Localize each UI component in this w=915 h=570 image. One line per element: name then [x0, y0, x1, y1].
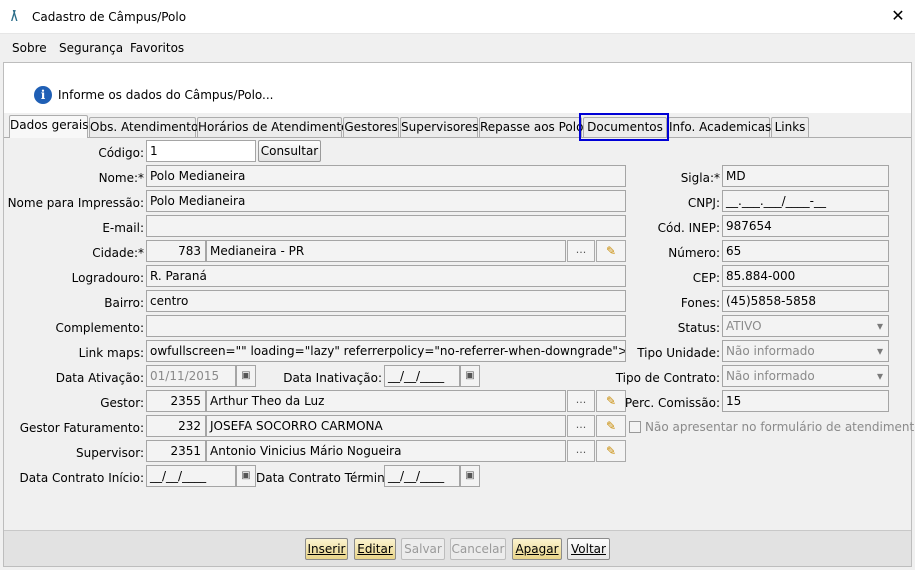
- tab-repasse-polos[interactable]: Repasse aos Polos: [479, 117, 590, 137]
- contrato-inicio-input[interactable]: __/__/____: [146, 465, 236, 487]
- codigo-input[interactable]: 1: [146, 140, 256, 162]
- menu-favoritos[interactable]: Favoritos: [130, 41, 184, 55]
- gestor-faturamento-edit-icon[interactable]: ✎: [596, 415, 626, 437]
- label-codigo: Código:: [98, 146, 144, 160]
- label-cnpj: CNPJ:: [687, 196, 720, 210]
- cnpj-input[interactable]: __.___.___/____-__: [722, 190, 889, 212]
- gestor-faturamento-search-button[interactable]: ...: [567, 415, 595, 437]
- link-maps-input[interactable]: owfullscreen="" loading="lazy" referrerp…: [146, 340, 626, 362]
- sigla-input[interactable]: MD: [722, 165, 889, 187]
- cidade-name-input[interactable]: Medianeira - PR: [206, 240, 566, 262]
- label-perc-comissao: Perc. Comissão:: [624, 396, 720, 410]
- apagar-button[interactable]: Apagar: [512, 538, 562, 560]
- label-gestor-faturamento: Gestor Faturamento:: [19, 421, 144, 435]
- label-cod-inep: Cód. INEP:: [657, 221, 720, 235]
- email-input[interactable]: [146, 215, 626, 237]
- tab-supervisores[interactable]: Supervisores: [400, 117, 479, 137]
- gestor-code-input[interactable]: 2355: [146, 390, 206, 412]
- tab-documentos[interactable]: Documentos: [583, 117, 667, 137]
- numero-input[interactable]: 65: [722, 240, 889, 262]
- label-contrato-inicio: Data Contrato Início:: [19, 471, 144, 485]
- cancelar-button[interactable]: Cancelar: [450, 538, 506, 560]
- label-tipo-contrato: Tipo de Contrato:: [615, 371, 720, 385]
- label-logradouro: Logradouro:: [71, 271, 144, 285]
- cep-input[interactable]: 85.884-000: [722, 265, 889, 287]
- voltar-button[interactable]: Voltar: [567, 538, 610, 560]
- label-tipo-unidade: Tipo Unidade:: [637, 346, 720, 360]
- perc-comissao-input[interactable]: 15: [722, 390, 889, 412]
- calendar-icon[interactable]: ▣: [460, 365, 480, 387]
- tab-gestores[interactable]: Gestores: [343, 117, 399, 137]
- nao-apresentar-checkbox[interactable]: [629, 421, 641, 433]
- gestor-faturamento-code-input[interactable]: 232: [146, 415, 206, 437]
- fones-input[interactable]: (45)5858-5858: [722, 290, 889, 312]
- gestor-name-input[interactable]: Arthur Theo da Luz: [206, 390, 566, 412]
- data-ativacao-input[interactable]: 01/11/2015: [146, 365, 236, 387]
- label-data-inativacao: Data Inativação:: [283, 371, 382, 385]
- label-numero: Número:: [668, 246, 720, 260]
- complemento-input[interactable]: [146, 315, 626, 337]
- label-gestor: Gestor:: [100, 396, 144, 410]
- label-supervisor: Supervisor:: [76, 446, 144, 460]
- app-logo-icon: /\: [11, 9, 17, 24]
- menu-sobre[interactable]: Sobre: [12, 41, 47, 55]
- cod-inep-input[interactable]: 987654: [722, 215, 889, 237]
- bairro-input[interactable]: centro: [146, 290, 626, 312]
- label-fones: Fones:: [680, 296, 720, 310]
- gestor-faturamento-name-input[interactable]: JOSEFA SOCORRO CARMONA: [206, 415, 566, 437]
- tab-info-academicas[interactable]: Info. Academicas: [668, 117, 771, 137]
- supervisor-code-input[interactable]: 2351: [146, 440, 206, 462]
- tab-horarios-atendimento[interactable]: Horários de Atendimento: [197, 117, 349, 137]
- window-title: Cadastro de Câmpus/Polo: [32, 10, 187, 24]
- editar-button[interactable]: Editar: [354, 538, 396, 560]
- label-email: E-mail:: [102, 221, 144, 235]
- label-cidade: Cidade:*: [92, 246, 144, 260]
- logradouro-input[interactable]: R. Paraná: [146, 265, 626, 287]
- cidade-search-button[interactable]: ...: [567, 240, 595, 262]
- tipo-contrato-select[interactable]: Não informado: [722, 365, 889, 387]
- info-text: Informe os dados do Câmpus/Polo...: [58, 88, 274, 102]
- supervisor-edit-icon[interactable]: ✎: [596, 440, 626, 462]
- calendar-icon[interactable]: ▣: [460, 465, 480, 487]
- salvar-button[interactable]: Salvar: [401, 538, 445, 560]
- tab-links[interactable]: Links: [771, 117, 809, 137]
- label-complemento: Complemento:: [55, 321, 144, 335]
- menu-seguranca[interactable]: Segurança: [59, 41, 123, 55]
- label-link-maps: Link maps:: [78, 346, 144, 360]
- label-nome: Nome:*: [98, 171, 144, 185]
- data-inativacao-input[interactable]: __/__/____: [384, 365, 460, 387]
- label-cep: CEP:: [692, 271, 720, 285]
- gestor-search-button[interactable]: ...: [567, 390, 595, 412]
- label-sigla: Sigla:*: [680, 171, 720, 185]
- label-bairro: Bairro:: [104, 296, 144, 310]
- nome-impressao-input[interactable]: Polo Medianeira: [146, 190, 626, 212]
- label-status: Status:: [677, 321, 720, 335]
- tab-obs-atendimento[interactable]: Obs. Atendimento: [89, 117, 198, 137]
- inserir-button[interactable]: Inserir: [305, 538, 348, 560]
- label-data-ativacao: Data Ativação:: [55, 371, 144, 385]
- nao-apresentar-label: Não apresentar no formulário de atendime…: [645, 420, 915, 434]
- supervisor-name-input[interactable]: Antonio Vinicius Mário Nogueira: [206, 440, 566, 462]
- contrato-termino-input[interactable]: __/__/____: [384, 465, 460, 487]
- nome-input[interactable]: Polo Medianeira: [146, 165, 626, 187]
- tab-dados-gerais[interactable]: Dados gerais: [9, 115, 89, 138]
- info-icon: i: [34, 86, 52, 104]
- cidade-code-input[interactable]: 783: [146, 240, 206, 262]
- calendar-icon[interactable]: ▣: [236, 365, 256, 387]
- consultar-button[interactable]: Consultar: [258, 140, 321, 162]
- label-contrato-termino: Data Contrato Término:: [256, 471, 397, 485]
- close-icon[interactable]: ✕: [888, 6, 908, 25]
- supervisor-search-button[interactable]: ...: [567, 440, 595, 462]
- status-select[interactable]: ATIVO: [722, 315, 889, 337]
- tipo-unidade-select[interactable]: Não informado: [722, 340, 889, 362]
- calendar-icon[interactable]: ▣: [236, 465, 256, 487]
- label-nome-impressao: Nome para Impressão:: [7, 196, 144, 210]
